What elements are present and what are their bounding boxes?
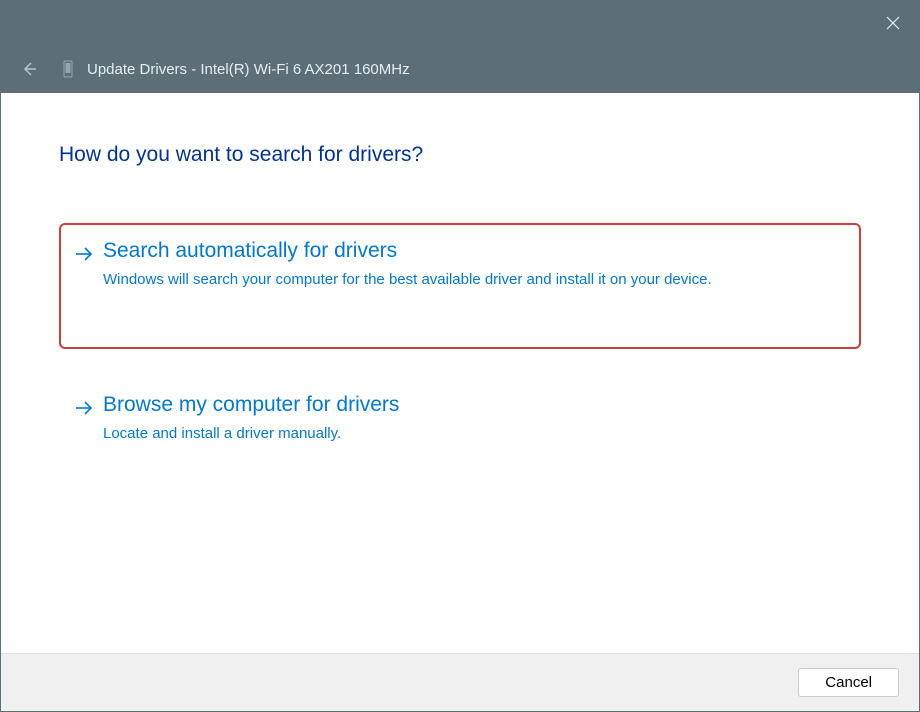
close-icon	[886, 16, 900, 30]
option-title: Browse my computer for drivers	[103, 393, 845, 417]
option-text: Search automatically for drivers Windows…	[103, 239, 845, 291]
option-arrow-icon	[75, 239, 93, 291]
title-group: Update Drivers - Intel(R) Wi-Fi 6 AX201 …	[61, 59, 410, 79]
back-arrow-icon	[21, 61, 37, 77]
back-button[interactable]	[17, 57, 41, 81]
device-icon	[61, 59, 75, 79]
option-description: Locate and install a driver manually.	[103, 423, 723, 445]
window-title: Update Drivers - Intel(R) Wi-Fi 6 AX201 …	[87, 61, 410, 78]
close-button[interactable]	[873, 5, 913, 41]
titlebar-top	[1, 1, 919, 45]
page-heading: How do you want to search for drivers?	[59, 143, 861, 167]
footer: Cancel	[1, 653, 919, 711]
option-search-automatically[interactable]: Search automatically for drivers Windows…	[59, 223, 861, 349]
titlebar-nav: Update Drivers - Intel(R) Wi-Fi 6 AX201 …	[1, 45, 919, 93]
option-browse-computer[interactable]: Browse my computer for drivers Locate an…	[59, 377, 861, 467]
option-description: Windows will search your computer for th…	[103, 269, 723, 291]
content-area: How do you want to search for drivers? S…	[1, 93, 919, 653]
option-text: Browse my computer for drivers Locate an…	[103, 393, 845, 445]
option-title: Search automatically for drivers	[103, 239, 845, 263]
option-arrow-icon	[75, 393, 93, 445]
cancel-button[interactable]: Cancel	[798, 668, 899, 697]
